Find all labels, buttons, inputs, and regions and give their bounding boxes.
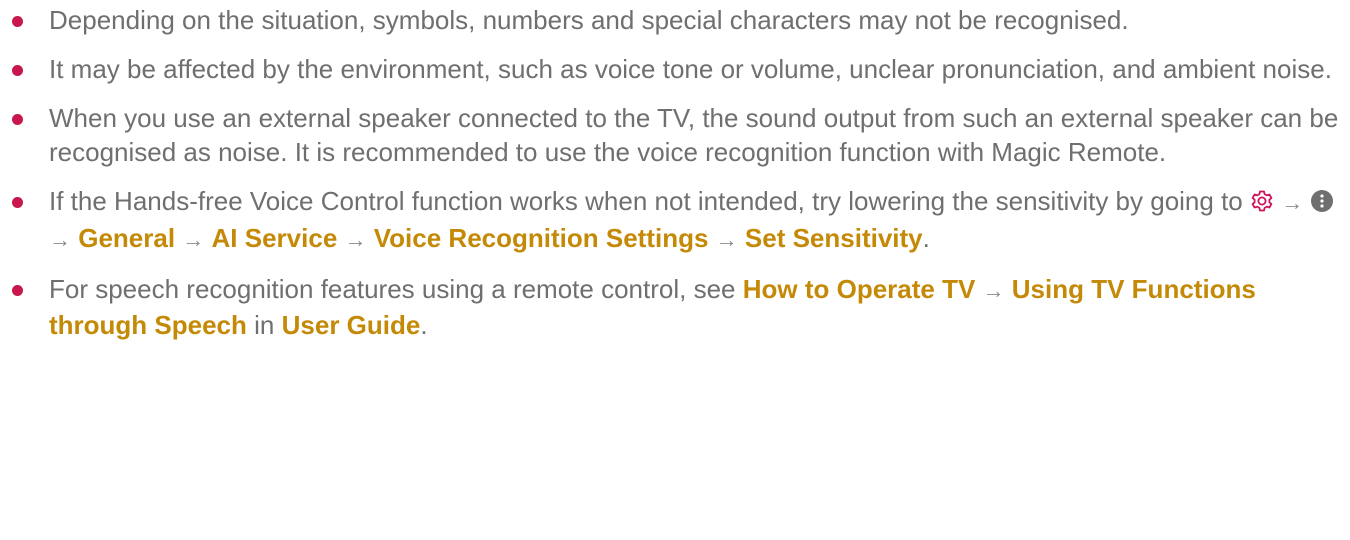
arrow-separator: → — [1281, 190, 1304, 215]
note-text-prefix: If the Hands-free Voice Control function… — [49, 186, 1243, 216]
bullet-dot — [12, 65, 23, 76]
menu-path-ai-service: AI Service — [211, 223, 338, 253]
menu-path-set-sensitivity: Set Sensitivity — [744, 223, 923, 253]
note-item-2: It may be affected by the environment, s… — [0, 52, 1350, 86]
note-text-connector: in — [254, 310, 275, 340]
arrow-separator: → — [49, 227, 71, 252]
settings-gear-icon — [1250, 187, 1274, 221]
bullet-dot — [12, 114, 23, 125]
note-text-suffix: . — [922, 223, 930, 253]
notes-list: Depending on the situation, symbols, num… — [0, 0, 1350, 357]
bullet-dot — [12, 197, 23, 208]
note-item-1: Depending on the situation, symbols, num… — [0, 3, 1350, 37]
note-text: Depending on the situation, symbols, num… — [49, 5, 1129, 35]
menu-path-voice-recognition-settings: Voice Recognition Settings — [373, 223, 709, 253]
note-item-5: For speech recognition features using a … — [0, 272, 1350, 342]
more-options-icon — [1310, 187, 1334, 221]
guide-path-user-guide: User Guide — [281, 310, 421, 340]
arrow-separator: → — [982, 278, 1005, 303]
menu-path-general: General — [78, 223, 176, 253]
note-text: It may be affected by the environment, s… — [49, 54, 1332, 84]
guide-path-how-to-operate-tv: How to Operate TV — [742, 274, 976, 304]
note-item-3: When you use an external speaker connect… — [0, 101, 1350, 169]
note-text: When you use an external speaker connect… — [49, 103, 1339, 167]
bullet-dot — [12, 285, 23, 296]
arrow-separator: → — [715, 227, 738, 252]
note-item-4: If the Hands-free Voice Control function… — [0, 184, 1350, 257]
arrow-separator: → — [182, 227, 205, 252]
bullet-dot — [12, 16, 23, 27]
note-text-prefix: For speech recognition features using a … — [49, 274, 736, 304]
note-text-suffix: . — [420, 310, 428, 340]
arrow-separator: → — [344, 227, 367, 252]
